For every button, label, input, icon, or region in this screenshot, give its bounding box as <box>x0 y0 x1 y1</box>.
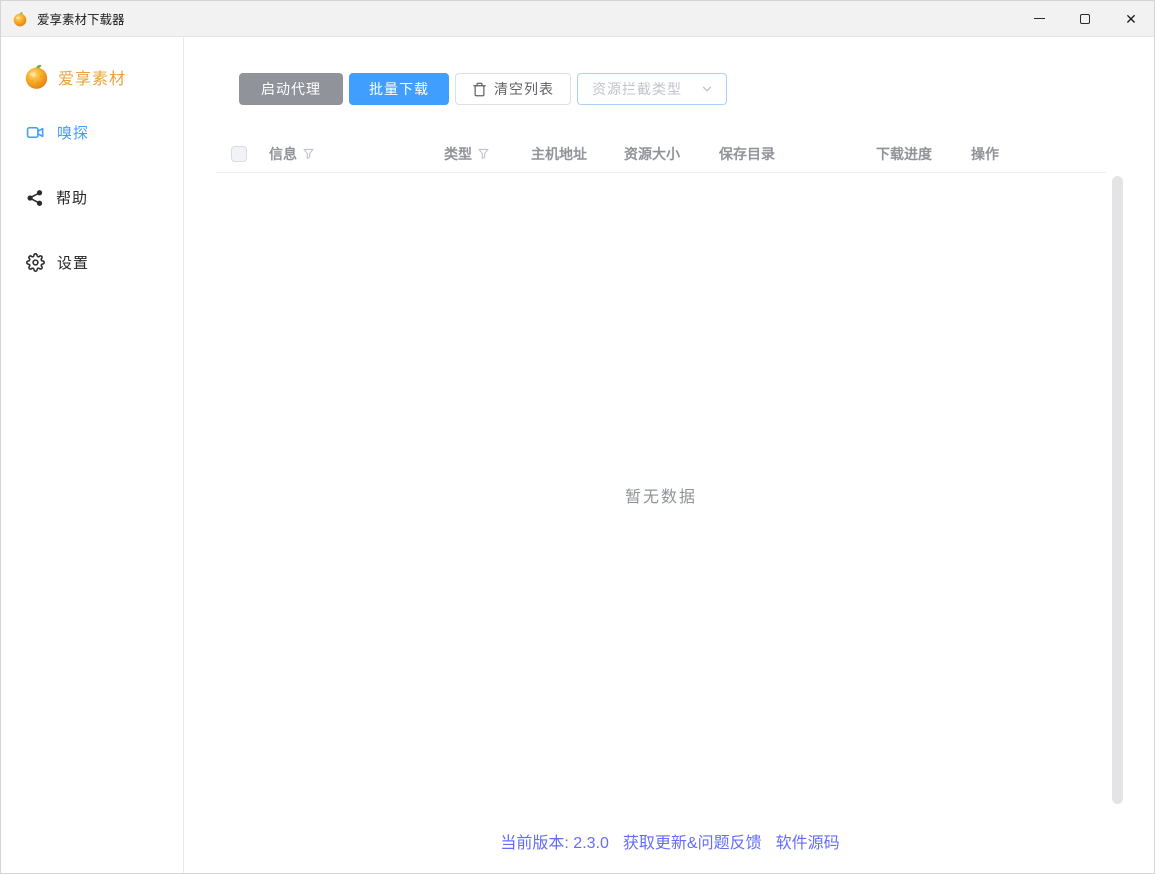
header-cell-directory: 保存目录 <box>719 144 876 164</box>
main-panel: 启动代理 批量下载 清空列表 资源拦截类型 <box>184 37 1154 873</box>
maximize-button[interactable] <box>1062 1 1108 36</box>
empty-state-text: 暂无数据 <box>625 483 697 507</box>
chevron-down-icon <box>700 82 714 96</box>
vertical-scrollbar[interactable] <box>1112 176 1123 804</box>
gear-icon <box>26 253 45 272</box>
resource-filter-placeholder: 资源拦截类型 <box>592 79 682 99</box>
column-label: 主机地址 <box>531 144 587 164</box>
header-cell-host: 主机地址 <box>531 144 624 164</box>
clear-list-label: 清空列表 <box>494 79 554 99</box>
source-code-link[interactable]: 软件源码 <box>776 829 840 853</box>
column-label: 操作 <box>971 144 999 164</box>
header-cell-progress: 下载进度 <box>876 144 971 164</box>
header-cell-type: 类型 <box>444 144 531 164</box>
orange-fruit-icon <box>23 63 50 90</box>
table-body: 暂无数据 <box>216 173 1106 817</box>
window-controls: ✕ <box>1016 1 1154 36</box>
version-text: 当前版本: 2.3.0 <box>500 829 608 853</box>
sidebar: 爱享素材 嗅探 <box>1 37 184 873</box>
batch-download-button[interactable]: 批量下载 <box>349 73 449 105</box>
sidebar-item-settings[interactable]: 设置 <box>26 252 183 273</box>
close-icon: ✕ <box>1125 12 1137 26</box>
minimize-button[interactable] <box>1016 1 1062 36</box>
sidebar-item-help[interactable]: 帮助 <box>26 187 183 208</box>
maximize-icon <box>1080 14 1090 24</box>
titlebar: 爱享素材下载器 ✕ <box>1 1 1154 37</box>
sidebar-item-label: 嗅探 <box>57 122 89 143</box>
sidebar-item-label: 帮助 <box>56 187 88 208</box>
sidebar-item-sniff[interactable]: 嗅探 <box>26 122 183 143</box>
header-cell-info: 信息 <box>269 144 444 164</box>
select-all-checkbox[interactable] <box>231 146 247 162</box>
filter-icon[interactable] <box>477 147 490 160</box>
column-label: 类型 <box>444 144 472 164</box>
minimize-icon <box>1034 18 1045 19</box>
column-label: 保存目录 <box>719 144 775 164</box>
header-cell-select <box>216 146 269 162</box>
start-proxy-button[interactable]: 启动代理 <box>239 73 343 105</box>
filter-icon[interactable] <box>302 147 315 160</box>
window-title: 爱享素材下载器 <box>37 9 125 28</box>
trash-icon <box>472 82 487 97</box>
share-icon <box>26 189 44 207</box>
footer: 当前版本: 2.3.0 获取更新&问题反馈 软件源码 <box>216 817 1154 873</box>
sidebar-nav: 嗅探 帮助 设置 <box>26 122 183 273</box>
column-label: 下载进度 <box>876 144 932 164</box>
header-cell-size: 资源大小 <box>624 144 719 164</box>
sidebar-logo: 爱享素材 <box>23 63 183 90</box>
clear-list-button[interactable]: 清空列表 <box>455 73 571 105</box>
update-feedback-link[interactable]: 获取更新&问题反馈 <box>623 829 762 853</box>
toolbar: 启动代理 批量下载 清空列表 资源拦截类型 <box>239 73 1154 105</box>
table-header: 信息 类型 <box>216 135 1106 173</box>
close-button[interactable]: ✕ <box>1108 1 1154 36</box>
column-label: 资源大小 <box>624 144 680 164</box>
app-logo-icon <box>12 11 28 27</box>
downloads-table: 信息 类型 <box>216 135 1106 817</box>
column-label: 信息 <box>269 144 297 164</box>
sidebar-item-label: 设置 <box>57 252 89 273</box>
header-cell-actions: 操作 <box>971 144 1106 164</box>
logo-text: 爱享素材 <box>58 65 126 89</box>
resource-filter-select[interactable]: 资源拦截类型 <box>577 73 727 105</box>
video-camera-icon <box>26 123 45 142</box>
app-window: 爱享素材下载器 ✕ 爱享素材 <box>0 0 1155 874</box>
